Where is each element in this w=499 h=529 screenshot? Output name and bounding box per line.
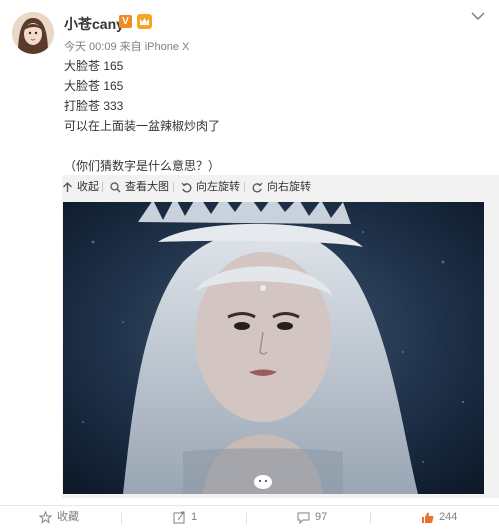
rotate-left-icon [181,182,192,192]
arrow-up-icon [63,181,72,192]
magnifier-icon [110,181,121,192]
post-line: 大脸苍 165 [64,59,124,73]
rotate-left-button[interactable]: 向左旋转 [181,175,240,199]
view-large-label: 查看大图 [125,181,169,193]
post-line: （你们猜数字是什么意思？） [64,159,221,173]
verified-badge: V [119,15,132,28]
comment-button[interactable]: 97 [297,506,327,528]
post-time[interactable]: 今天 00:09 [64,41,117,53]
favorite-label: 收藏 [57,511,79,523]
star-icon [39,510,52,524]
view-large-button[interactable]: 查看大图 [110,175,169,199]
toolbar-divider [244,182,245,192]
post-source: iPhone X [144,41,190,53]
like-button[interactable]: 244 [421,506,457,528]
rotate-right-button[interactable]: 向右旋转 [252,175,311,199]
post-line: 打脸苍 333 [64,99,124,113]
collapse-button[interactable]: 收起 [62,175,99,199]
post-line-blank [64,136,220,156]
post-footer: 收藏 1 97 244 [0,505,499,529]
post-header: 小苍cany V 今天 00:09 来自 iPhone X [0,0,499,56]
username[interactable]: 小苍cany [64,14,124,34]
post-line: 可以在上面装一盆辣椒炒肉了 [64,119,221,133]
avatar-image [12,12,54,54]
media-toolbar: 收起 查看大图 向左旋转 向右旋转 [62,175,499,199]
post-photo[interactable] [63,202,484,494]
chevron-down-icon[interactable] [470,10,486,22]
post-text: 大脸苍 165 大脸苍 165 打脸苍 333 可以在上面装一盆辣椒炒肉了 （你… [64,56,220,176]
footer-divider [121,512,122,524]
favorite-button[interactable]: 收藏 [39,506,79,528]
post-meta: 今天 00:09 来自 iPhone X [64,38,189,54]
source-prefix: 来自 [119,41,142,53]
footer-divider [370,512,371,524]
repost-button[interactable]: 1 [173,506,197,528]
comment-icon [297,512,310,524]
rotate-right-label: 向右旋转 [267,181,311,193]
collapse-label: 收起 [77,181,99,193]
rotate-right-icon [252,182,263,192]
comment-count: 97 [315,511,328,523]
avatar[interactable] [12,12,54,54]
thumbs-up-icon [422,512,434,523]
rotate-left-label: 向左旋转 [196,181,240,193]
toolbar-divider [102,182,103,192]
repost-icon [173,511,185,523]
crown-member-icon[interactable] [137,14,152,29]
toolbar-divider [173,182,174,192]
post-line: 大脸苍 165 [64,79,124,93]
like-count: 244 [439,511,458,523]
footer-divider [246,512,247,524]
media-box: 收起 查看大图 向左旋转 向右旋转 [62,175,499,498]
repost-count: 1 [191,511,198,523]
photo-image [63,202,484,494]
